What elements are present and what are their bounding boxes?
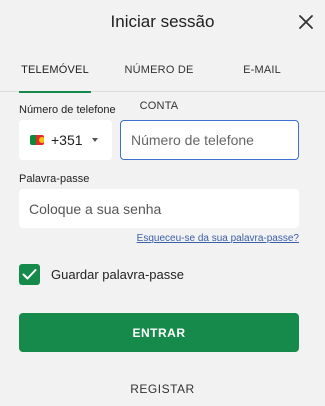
close-icon[interactable] xyxy=(297,13,315,31)
forgot-password-link[interactable]: Esqueceu-se da sua palavra-passe? xyxy=(137,233,299,244)
tab-telemovel[interactable]: TELEMÓVEL xyxy=(19,52,91,93)
chevron-down-icon xyxy=(92,138,98,142)
phone-label: Número de telefone xyxy=(19,104,116,116)
remember-checkbox[interactable] xyxy=(19,264,40,285)
tab-numero-de-conta[interactable]: NÚMERO DE CONTA xyxy=(104,52,214,112)
country-code: +351 xyxy=(51,132,83,148)
page-title: Iniciar sessão xyxy=(110,12,215,31)
enter-button[interactable]: ENTRAR xyxy=(19,313,299,352)
portugal-flag-icon xyxy=(30,135,44,145)
register-button[interactable]: REGISTAR xyxy=(0,382,325,396)
header: Iniciar sessão xyxy=(0,0,325,46)
checkmark-icon xyxy=(22,269,37,280)
country-code-select[interactable]: +351 xyxy=(19,120,112,160)
login-method-tabs: TELEMÓVEL NÚMERO DE CONTA E-MAIL xyxy=(0,52,325,112)
password-label: Palavra-passe xyxy=(19,173,90,185)
password-input[interactable] xyxy=(19,189,299,228)
tab-email[interactable]: E-MAIL xyxy=(236,52,288,92)
phone-input[interactable] xyxy=(120,120,299,160)
remember-label: Guardar palavra-passe xyxy=(51,267,184,282)
